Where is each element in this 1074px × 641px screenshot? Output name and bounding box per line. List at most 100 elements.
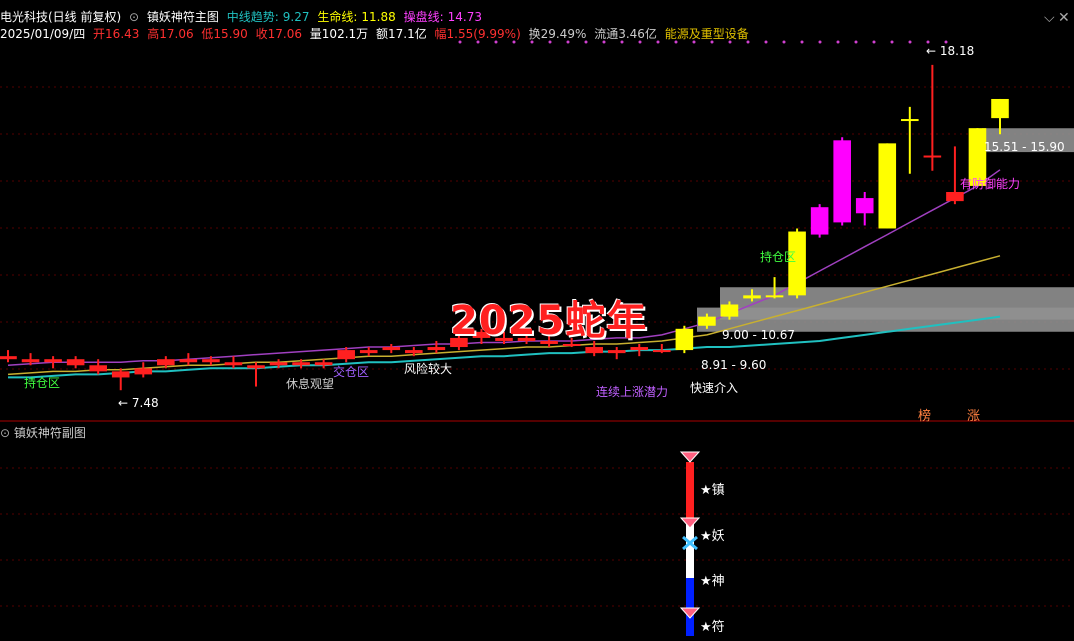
candle-body <box>382 347 401 351</box>
star-yao: ★妖 <box>700 529 725 544</box>
candle-body <box>134 368 153 375</box>
dot-marker <box>890 40 894 44</box>
star-shen: ★神 <box>700 574 725 589</box>
open-price: 开16.43 <box>93 27 140 41</box>
zone-mid-label: 9.00 - 10.67 <box>722 328 796 342</box>
candle-body <box>743 295 761 299</box>
cross-zone-label: 交仓区 <box>333 365 370 379</box>
candle-body <box>720 304 739 317</box>
high-price: 高17.06 <box>147 27 194 41</box>
hold-zone-right: 持仓区 <box>760 250 797 264</box>
stock-name[interactable]: 电光科技(日线 前复权) <box>0 10 121 24</box>
watermark: 2025蛇年 <box>450 298 648 344</box>
candle-body <box>247 365 265 369</box>
candle-body <box>66 359 85 366</box>
peak-marker: ← 18.18 <box>926 44 975 58</box>
candle-body <box>427 347 446 351</box>
candle-body <box>157 359 175 366</box>
candle-body <box>810 207 829 235</box>
candle-body <box>179 359 198 363</box>
candle-body <box>337 350 355 360</box>
dot-marker <box>854 40 858 44</box>
potential-label: 连续上涨潜力 <box>596 385 669 399</box>
header-row-2: 2025/01/09/四 开16.43 高17.06 低15.90 收17.06… <box>0 25 753 42</box>
candle-body <box>946 192 964 202</box>
low-price: 低15.90 <box>201 27 248 41</box>
sub-chart-title: ⊙ 镇妖神符副图 <box>0 424 86 441</box>
dot-marker <box>836 40 840 44</box>
op-line-label: 操盘线: <box>403 10 444 24</box>
candle-body <box>765 295 784 298</box>
shen-bar <box>686 578 694 636</box>
candle-body <box>607 350 626 354</box>
rest-wait-label: 休息观望 <box>286 377 335 391</box>
tag-bang: 榜 <box>918 409 932 424</box>
strong-entry-label: 快速介入 <box>690 381 739 395</box>
low-value: 7.48 <box>131 396 159 410</box>
tag-zhang: 涨 <box>967 409 981 424</box>
dot-marker <box>872 40 876 44</box>
candle-body <box>405 350 423 354</box>
candle-body <box>991 98 1009 119</box>
low-marker: ← 7.48 <box>118 396 159 410</box>
dot-marker <box>800 40 804 44</box>
dot-marker <box>908 40 912 44</box>
close-icon[interactable]: ✕ <box>1058 10 1070 26</box>
candle-body <box>314 362 333 366</box>
candle-body <box>44 359 62 363</box>
candle-body <box>0 356 17 360</box>
candle-body <box>224 362 243 366</box>
sector: 能源及重型设备 <box>664 27 749 41</box>
candle-body <box>833 140 851 223</box>
dot-marker <box>818 40 822 44</box>
defense-label: 有防御能力 <box>960 177 1021 191</box>
candle-body <box>21 359 40 363</box>
sub-dropdown-icon[interactable]: ⊙ <box>0 426 10 440</box>
turnover: 换29.49% <box>528 27 587 41</box>
candle-body <box>269 362 288 366</box>
diamond-marker <box>679 517 701 529</box>
candle-body <box>675 328 694 351</box>
minimize-icon[interactable]: ⌵ <box>1044 10 1055 26</box>
candle-body <box>698 316 716 326</box>
float-shares: 流通3.46亿 <box>594 27 657 41</box>
risk-label: 风险较大 <box>404 362 453 376</box>
candle-body <box>359 350 378 354</box>
op-line-value: 14.73 <box>447 10 482 24</box>
candle-body <box>111 371 130 378</box>
mid-trend-label: 中线趋势: <box>226 10 279 24</box>
star-fu: ★符 <box>700 620 725 635</box>
zone-top-label: 15.51 - 15.90 <box>984 140 1065 154</box>
indicator-dropdown-icon[interactable]: ⊙ <box>129 10 139 24</box>
close-price: 收17.06 <box>255 27 302 41</box>
header-row-1: 电光科技(日线 前复权) ⊙ 镇妖神符主图 中线趋势: 9.27 生命线: 11.8… <box>0 8 486 25</box>
peak-value: 18.18 <box>939 44 975 58</box>
indicator-name[interactable]: 镇妖神符主图 <box>147 10 219 24</box>
star-zhen: ★镇 <box>700 483 725 498</box>
zhen-bar <box>686 462 694 520</box>
sub-indicator-name[interactable]: 镇妖神符副图 <box>14 426 86 440</box>
volume: 量102.1万 <box>309 27 369 41</box>
zone-low-label: 8.91 - 9.60 <box>701 358 767 372</box>
diamond-marker <box>679 451 701 463</box>
candle-body <box>630 347 649 351</box>
candle-body <box>585 347 603 354</box>
candle-body <box>202 359 220 363</box>
mid-trend-value: 9.27 <box>282 10 310 24</box>
hold-zone-left: 持仓区 <box>24 376 61 390</box>
dot-marker <box>782 40 786 44</box>
moving-averages <box>7 169 1001 379</box>
candle-body <box>292 362 310 366</box>
date: 2025/01/09/四 <box>0 27 86 41</box>
dot-marker <box>764 40 768 44</box>
candle-body <box>855 198 874 214</box>
candle-body <box>89 365 107 372</box>
diamond-marker <box>679 607 701 619</box>
change: 幅1.55(9.99%) <box>434 27 521 41</box>
candle-body <box>901 119 919 122</box>
life-line-label: 生命线: <box>317 10 358 24</box>
life-line-value: 11.88 <box>361 10 396 24</box>
sub-chart <box>679 451 701 636</box>
candle-body <box>923 155 942 158</box>
candle-body <box>653 350 671 353</box>
